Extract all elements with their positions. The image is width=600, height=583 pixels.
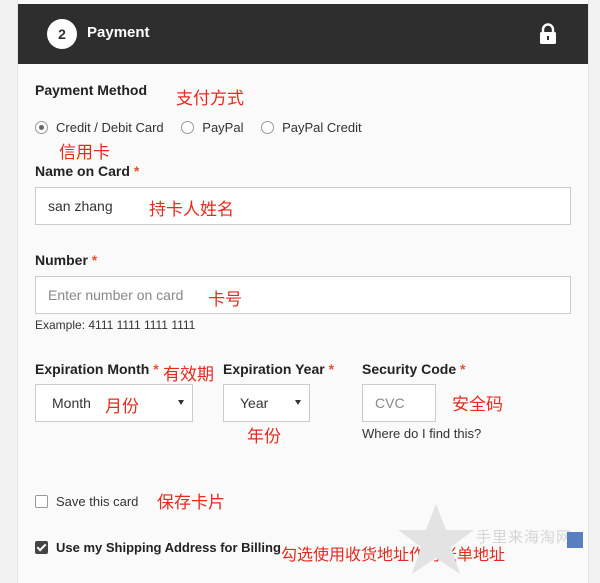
chevron-down-icon — [178, 400, 184, 405]
step-number-badge: 2 — [47, 19, 77, 49]
payment-method-options: Credit / Debit Card PayPal PayPal Credit — [35, 120, 376, 137]
security-code-placeholder: CVC — [375, 395, 405, 411]
save-card-label: Save this card — [56, 494, 139, 509]
security-code-input[interactable]: CVC — [362, 384, 436, 422]
payment-method-label: Payment Method — [35, 82, 148, 98]
chevron-down-icon — [295, 400, 301, 405]
expiration-month-label: Expiration Month * — [35, 361, 159, 377]
expiration-annotation: 有效期 — [163, 365, 214, 385]
expiration-month-value: Month — [52, 395, 91, 411]
expiration-year-label: Expiration Year * — [223, 361, 335, 377]
card-number-example: Example: 4111 1111 1111 1111 — [35, 318, 196, 332]
name-on-card-label: Name on Card * — [35, 163, 140, 179]
use-shipping-label: Use my Shipping Address for Billing — [56, 540, 281, 555]
payment-header: 2 Payment — [18, 4, 588, 64]
name-on-card-input[interactable]: san zhang — [35, 187, 571, 225]
radio-label: PayPal — [202, 120, 244, 135]
radio-paypal[interactable]: PayPal — [181, 120, 243, 135]
card-number-input[interactable]: Enter number on card — [35, 276, 571, 314]
name-on-card-annotation: 持卡人姓名 — [149, 200, 234, 220]
radio-button[interactable] — [181, 121, 195, 134]
required-mark: * — [153, 361, 159, 377]
use-shipping-address-option[interactable]: Use my Shipping Address for Billing — [35, 540, 281, 555]
radio-label: PayPal Credit — [282, 120, 362, 135]
payment-panel: 2 Payment Payment Method 支付方式 Credit / D… — [17, 0, 589, 583]
radio-button-selected[interactable] — [35, 121, 48, 134]
radio-label: Credit / Debit Card — [56, 120, 164, 135]
save-card-annotation: 保存卡片 — [157, 493, 225, 513]
security-code-label: Security Code * — [362, 361, 466, 377]
card-number-annotation: 卡号 — [208, 290, 242, 310]
radio-button[interactable] — [261, 121, 275, 134]
where-find-cvc-link[interactable]: Where do I find this? — [362, 426, 481, 441]
number-label: Number * — [35, 252, 98, 268]
expiration-year-value: Year — [240, 395, 269, 411]
radio-credit-debit-card[interactable]: Credit / Debit Card — [35, 120, 164, 135]
save-card-option[interactable]: Save this card — [35, 494, 138, 509]
name-on-card-value: san zhang — [48, 198, 113, 214]
save-card-checkbox[interactable] — [35, 495, 48, 508]
card-number-placeholder: Enter number on card — [48, 287, 184, 303]
month-annotation: 月份 — [105, 397, 139, 417]
section-title: Payment — [87, 24, 150, 41]
required-mark: * — [460, 361, 466, 377]
radio-paypal-credit[interactable]: PayPal Credit — [261, 120, 362, 135]
credit-card-annotation: 信用卡 — [59, 143, 110, 163]
expiration-year-select[interactable]: Year — [223, 384, 310, 422]
required-mark: * — [133, 163, 140, 179]
lock-icon — [540, 23, 556, 44]
watermark-logo-icon — [567, 532, 583, 548]
star-watermark-icon — [398, 504, 474, 574]
required-mark: * — [328, 361, 335, 377]
payment-method-annotation: 支付方式 — [176, 89, 244, 109]
year-annotation: 年份 — [247, 427, 281, 447]
security-code-annotation: 安全码 — [452, 395, 503, 415]
required-mark: * — [91, 252, 98, 268]
watermark-text: 手里来海淘网 — [476, 528, 573, 546]
use-shipping-checkbox[interactable] — [35, 541, 48, 554]
